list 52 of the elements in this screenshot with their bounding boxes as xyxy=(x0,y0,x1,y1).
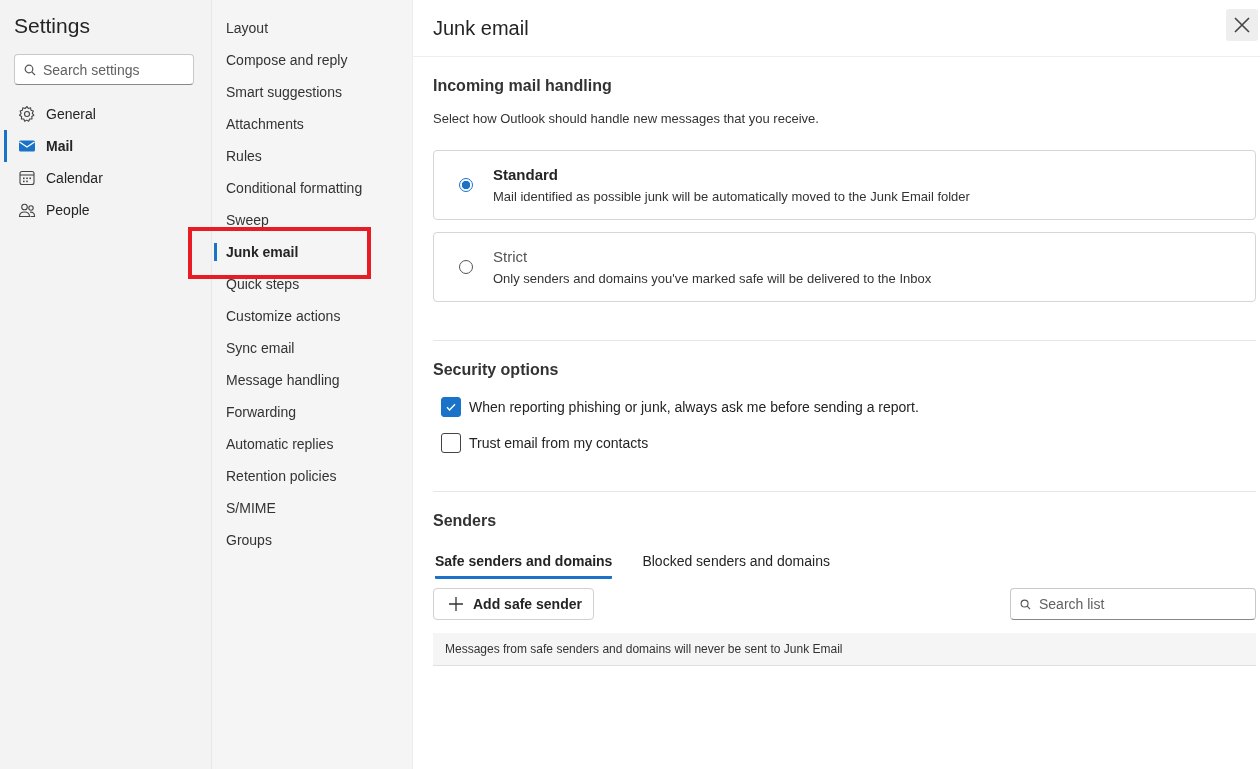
subnav-item[interactable]: Retention policies xyxy=(214,460,412,492)
category-item[interactable]: General xyxy=(4,98,211,130)
subnav-item[interactable]: Automatic replies xyxy=(214,428,412,460)
subnav-item[interactable]: Groups xyxy=(214,524,412,556)
tab[interactable]: Blocked senders and domains xyxy=(642,553,830,579)
checkbox-label: Trust email from my contacts xyxy=(469,435,649,451)
category-item[interactable]: Calendar xyxy=(4,162,211,194)
option-label: Strict xyxy=(493,248,529,265)
search-list-field[interactable]: Search list xyxy=(1010,588,1256,620)
section-heading: Senders xyxy=(433,512,498,531)
subnav-item[interactable]: Sync email xyxy=(214,332,412,364)
info-bar: Messages from safe senders and domains will never be sent to Junk Email xyxy=(433,633,1256,666)
subnav-item[interactable]: Rules xyxy=(214,140,412,172)
panel-title: Junk email xyxy=(433,16,529,40)
add-sender-button[interactable]: Add safe sender xyxy=(433,588,594,620)
subnav-item[interactable]: Conditional formatting xyxy=(214,172,412,204)
option-description: Only senders and domains you've marked safe will be delivered to the Inbox xyxy=(493,271,932,286)
close-button[interactable] xyxy=(1226,9,1258,41)
gear-icon xyxy=(18,105,36,123)
subnav-item[interactable]: Attachments xyxy=(214,108,412,140)
tab[interactable]: Safe senders and domains xyxy=(435,553,613,579)
checkbox[interactable] xyxy=(441,397,461,417)
section-heading: Security options xyxy=(433,361,560,380)
search-icon xyxy=(24,64,36,76)
close-icon xyxy=(1233,16,1251,34)
option-card[interactable]: Strict Only senders and domains you've marked safe will be delivered to the Inbox xyxy=(433,232,1256,302)
option-label: Standard xyxy=(493,166,559,183)
check-icon xyxy=(445,401,457,413)
subnav-item[interactable]: Sweep xyxy=(214,204,412,236)
radio-button[interactable] xyxy=(459,178,473,192)
section-heading: Incoming mail handling xyxy=(433,77,613,96)
calendar-icon xyxy=(18,169,36,187)
subnav-item[interactable]: Quick steps xyxy=(214,268,412,300)
checkbox[interactable] xyxy=(441,433,461,453)
subnav-item[interactable]: S/MIME xyxy=(214,492,412,524)
subnav-item[interactable]: Message handling xyxy=(214,364,412,396)
subnav-item[interactable]: Customize actions xyxy=(214,300,412,332)
settings-title: Settings xyxy=(14,14,91,39)
subnav-item[interactable]: Layout xyxy=(214,12,412,44)
subnav-item[interactable]: Forwarding xyxy=(214,396,412,428)
search-field[interactable]: Search settings xyxy=(14,54,194,85)
option-description: Mail identified as possible junk will be automatically moved to the Junk Email folder xyxy=(493,189,970,204)
section-description: Select how Outlook should handle new messages that you receive. xyxy=(433,111,820,126)
subnav-item[interactable]: Smart suggestions xyxy=(214,76,412,108)
checkbox-label: When reporting phishing or junk, always ask me before sending a report. xyxy=(469,399,919,415)
option-card[interactable]: Standard Mail identified as possible junk will be automatically moved to the Junk Email folder xyxy=(433,150,1256,220)
category-item[interactable]: People xyxy=(4,194,211,226)
subnav-item[interactable]: Junk email xyxy=(214,236,412,268)
search-icon xyxy=(1020,599,1031,610)
plus-icon xyxy=(449,597,463,611)
subnav-item[interactable]: Compose and reply xyxy=(214,44,412,76)
people-icon xyxy=(18,201,36,219)
